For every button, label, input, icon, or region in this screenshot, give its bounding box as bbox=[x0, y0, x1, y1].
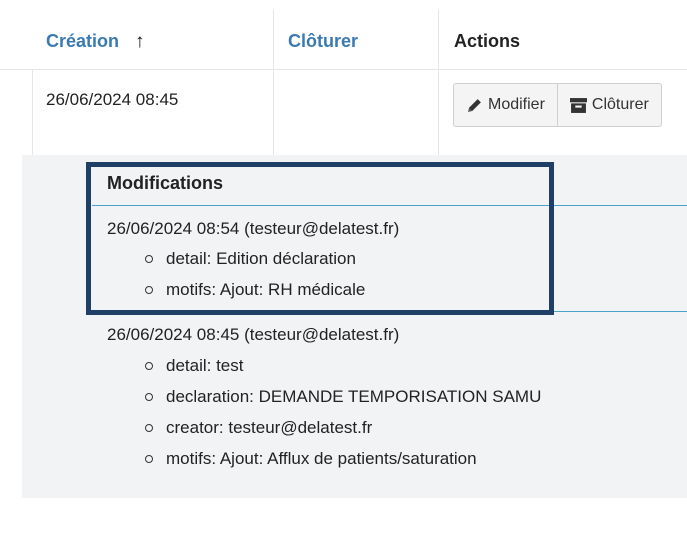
cloturer-button[interactable]: Clôturer bbox=[556, 84, 661, 126]
sort-ascending-icon[interactable]: ↑ bbox=[135, 31, 145, 53]
column-divider bbox=[438, 10, 439, 70]
modification-entry-item: motifs: Ajout: Afflux de patients/satura… bbox=[166, 449, 477, 468]
column-header-creation[interactable]: Création bbox=[46, 31, 119, 52]
row-cell-divider bbox=[438, 70, 439, 155]
highlight-box bbox=[86, 162, 554, 315]
row-cell-divider bbox=[273, 70, 274, 155]
pencil-icon bbox=[468, 98, 481, 112]
modification-entry-item: detail: test bbox=[166, 356, 244, 375]
modification-entry-item: declaration: DEMANDE TEMPORISATION SAMU bbox=[166, 387, 542, 406]
row-actions-group: Modifier Clôturer bbox=[453, 83, 662, 127]
modification-entry-head: 26/06/2024 08:45 (testeur@delatest.fr) bbox=[107, 325, 400, 344]
row-cell-divider bbox=[32, 70, 33, 155]
column-header-actions: Actions bbox=[454, 31, 521, 51]
archive-icon bbox=[569, 97, 587, 113]
column-header-cloturer[interactable]: Clôturer bbox=[288, 31, 358, 52]
modifier-button-label: Modifier bbox=[488, 96, 545, 113]
cloturer-button-label: Clôturer bbox=[591, 96, 649, 113]
column-divider bbox=[273, 10, 274, 70]
modification-entry-item: creator: testeur@delatest.fr bbox=[166, 418, 373, 437]
row-creation-date: 26/06/2024 08:45 bbox=[46, 90, 179, 109]
modifier-button[interactable]: Modifier bbox=[454, 84, 557, 126]
